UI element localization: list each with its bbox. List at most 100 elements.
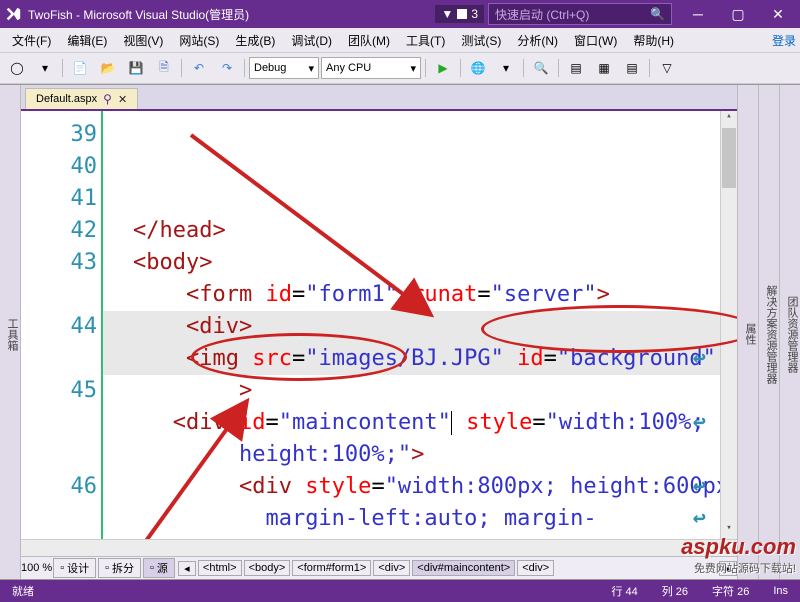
code-line[interactable]: <form id="form1" runat="server">: [133, 279, 712, 311]
line-number: 41: [21, 183, 97, 215]
code-area[interactable]: </head><body> <form id="form1" runat="se…: [103, 111, 720, 539]
tb-button-3[interactable]: ▦: [591, 56, 617, 80]
tb-button-2[interactable]: ▤: [563, 56, 589, 80]
right-tab-team[interactable]: 团队资源管理器: [779, 85, 800, 579]
new-project-button[interactable]: 📄: [67, 56, 93, 80]
quick-launch-input[interactable]: 快速启动 (Ctrl+Q)🔍: [488, 3, 672, 25]
wrap-glyph-icon: ↩: [693, 503, 706, 535]
pin-icon[interactable]: ⚲: [103, 92, 112, 106]
line-number: 44: [21, 311, 97, 343]
forward-button[interactable]: ▾: [32, 56, 58, 80]
toolbox-tab[interactable]: 工具箱: [0, 85, 21, 579]
platform-combo[interactable]: Any CPU▾: [321, 57, 421, 79]
view-split-button[interactable]: ▫ 拆分: [98, 558, 141, 578]
undo-button[interactable]: ↶: [186, 56, 212, 80]
right-tab-props[interactable]: 属性: [737, 85, 758, 579]
code-line[interactable]: <body>: [133, 247, 712, 279]
file-tab-default-aspx[interactable]: Default.aspx ⚲ ✕: [25, 88, 138, 109]
line-number: 40: [21, 151, 97, 183]
code-line[interactable]: margin-left:auto; margin-↩: [133, 503, 712, 535]
login-link[interactable]: 登录: [772, 32, 796, 49]
wrap-glyph-icon: ↩: [693, 407, 706, 439]
line-number: [21, 407, 97, 439]
tb-button-1[interactable]: ▾: [493, 56, 519, 80]
back-button[interactable]: ◯: [4, 56, 30, 80]
menu-analyze[interactable]: 分析(N): [509, 30, 566, 51]
menu-window[interactable]: 窗口(W): [566, 30, 625, 51]
notification-badge[interactable]: ▼ 3: [435, 5, 484, 23]
find-button[interactable]: 🔍: [528, 56, 554, 80]
close-button[interactable]: ✕: [760, 6, 796, 23]
code-line[interactable]: <img src="images/BJ.JPG" id="background"…: [133, 343, 712, 375]
bottom-bar: 100 % ▫ 设计 ▫ 拆分 ▫ 源 ◂ <html><body><form#…: [21, 556, 737, 579]
file-tab-label: Default.aspx: [36, 93, 97, 105]
crumb-prev-button[interactable]: ◂: [178, 561, 196, 576]
zoom-level[interactable]: 100 %: [21, 562, 52, 574]
start-button[interactable]: ▶: [430, 56, 456, 80]
menu-bar: 文件(F) 编辑(E) 视图(V) 网站(S) 生成(B) 调试(D) 团队(M…: [0, 28, 800, 53]
code-line[interactable]: <div>: [133, 311, 712, 343]
breadcrumb-item[interactable]: <html>: [198, 560, 242, 576]
breadcrumb-item[interactable]: <div>: [517, 560, 554, 576]
menu-file[interactable]: 文件(F): [4, 30, 59, 51]
breadcrumb-item[interactable]: <div>: [373, 560, 410, 576]
line-number-gutter: 3940414243 44 45 46: [21, 111, 103, 539]
status-line: 行 44: [599, 583, 649, 599]
menu-site[interactable]: 网站(S): [171, 30, 227, 51]
code-line[interactable]: right:auto; margin-top:auto;">: [133, 535, 712, 539]
code-line[interactable]: height:100%;">: [133, 439, 712, 471]
view-design-button[interactable]: ▫ 设计: [53, 558, 96, 578]
redo-button[interactable]: ↷: [214, 56, 240, 80]
tb-button-5[interactable]: ▽: [654, 56, 680, 80]
code-line[interactable]: </head>: [133, 215, 712, 247]
menu-team[interactable]: 团队(M): [340, 30, 398, 51]
breadcrumb-item[interactable]: <div#maincontent>: [412, 560, 515, 576]
line-number: [21, 503, 97, 535]
menu-tools[interactable]: 工具(T): [398, 30, 453, 51]
minimize-button[interactable]: ─: [680, 6, 716, 23]
close-tab-icon[interactable]: ✕: [118, 93, 127, 106]
watermark: aspku.com 免费网站源码下载站!: [681, 534, 796, 576]
code-line[interactable]: <div id="maincontent" style="width:100%;…: [133, 407, 712, 439]
maximize-button[interactable]: ▢: [720, 6, 756, 23]
browser-select-button[interactable]: 🌐: [465, 56, 491, 80]
status-bar: 就绪 行 44 列 26 字符 26 Ins: [0, 580, 800, 602]
open-button[interactable]: 📂: [95, 56, 121, 80]
status-col: 列 26: [650, 583, 700, 599]
status-ins: Ins: [761, 585, 800, 597]
line-number: [21, 535, 97, 539]
code-editor[interactable]: 3940414243 44 45 46 </head><body> <form …: [21, 111, 737, 539]
menu-help[interactable]: 帮助(H): [625, 30, 682, 51]
vertical-scrollbar[interactable]: ▴▾: [720, 111, 737, 539]
right-tab-solution[interactable]: 解决方案资源管理器: [758, 85, 779, 579]
menu-debug[interactable]: 调试(D): [283, 30, 340, 51]
save-button[interactable]: 💾: [123, 56, 149, 80]
line-number: [21, 279, 97, 311]
wrap-glyph-icon: ↩: [693, 471, 706, 503]
horizontal-scrollbar[interactable]: [21, 539, 737, 556]
menu-build[interactable]: 生成(B): [227, 30, 283, 51]
line-number: 43: [21, 247, 97, 279]
menu-test[interactable]: 测试(S): [453, 30, 509, 51]
tb-button-4[interactable]: ▤: [619, 56, 645, 80]
line-number: [21, 439, 97, 471]
document-area: Default.aspx ⚲ ✕ 3940414243 44 45 46 </h…: [21, 85, 737, 579]
breadcrumb-item[interactable]: <body>: [244, 560, 291, 576]
code-line[interactable]: <div style="width:800px; height:600px;↩: [133, 471, 712, 503]
menu-edit[interactable]: 编辑(E): [59, 30, 115, 51]
wrap-glyph-icon: ↩: [693, 343, 706, 375]
status-char: 字符 26: [700, 583, 761, 599]
config-combo[interactable]: Debug▾: [249, 57, 319, 79]
line-number: [21, 343, 97, 375]
notification-count: 3: [471, 7, 478, 21]
save-all-button[interactable]: 🗎: [151, 56, 177, 80]
menu-view[interactable]: 视图(V): [115, 30, 171, 51]
code-line[interactable]: >: [133, 375, 712, 407]
status-ready: 就绪: [0, 583, 46, 599]
line-number: 39: [21, 119, 97, 151]
line-number: 45: [21, 375, 97, 407]
toolbar: ◯ ▾ 📄 📂 💾 🗎 ↶ ↷ Debug▾ Any CPU▾ ▶ 🌐 ▾ 🔍 …: [0, 53, 800, 84]
breadcrumb-item[interactable]: <form#form1>: [292, 560, 371, 576]
view-source-button[interactable]: ▫ 源: [143, 558, 175, 578]
window-title: TwoFish - Microsoft Visual Studio(管理员): [28, 6, 249, 23]
